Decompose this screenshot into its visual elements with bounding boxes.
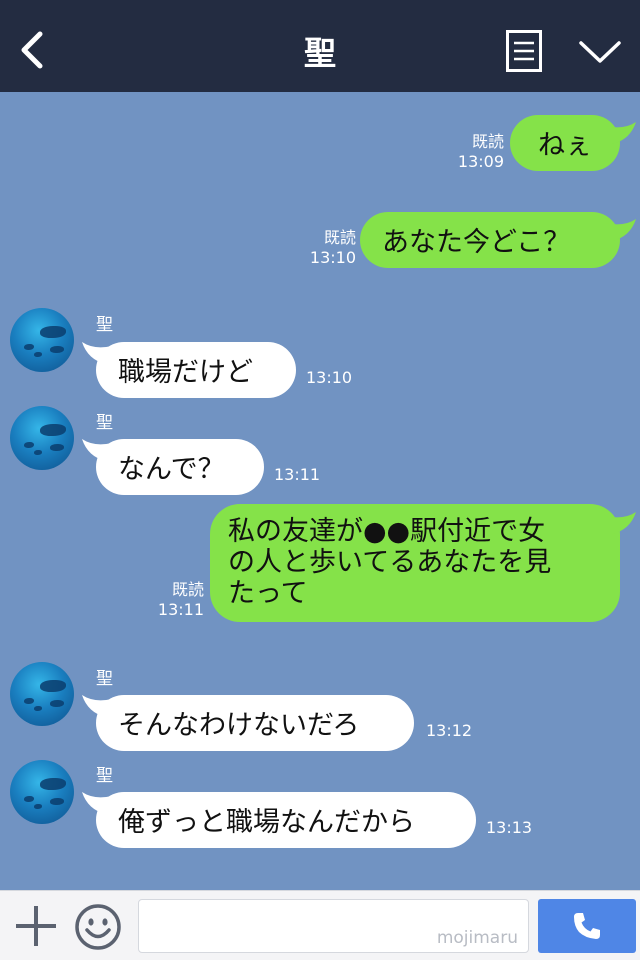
message-meta: 既読 13:11 [140, 580, 204, 620]
message-text: 職場だけど [118, 357, 253, 388]
chat-header: 聖 [0, 0, 640, 92]
bubble-tail [606, 122, 636, 144]
message-time: 13:13 [486, 818, 533, 837]
message-list[interactable]: 既読 13:09 ねぇ 既読 13:10 あなた今どこ？ 聖 職場だけど 13:… [0, 92, 640, 890]
message-bubble-mine[interactable]: ねぇ [510, 115, 620, 171]
message-time: 13:11 [274, 465, 321, 484]
input-bar: mojimaru [0, 890, 640, 960]
message-text-line: たって [228, 578, 308, 609]
message-bubble-mine[interactable]: あなた今どこ？ [360, 212, 620, 268]
message-bubble-other[interactable]: 俺ずっと職場なんだから [96, 792, 476, 848]
message-text: あなた今どこ？ [382, 227, 571, 258]
message-time: 13:12 [426, 721, 473, 740]
message-meta: 既読 13:10 [292, 228, 356, 268]
avatar[interactable] [10, 308, 74, 372]
message-text-line: 私の友達が●●駅付近で女 [228, 516, 546, 547]
call-button[interactable] [538, 899, 636, 953]
smiley-icon[interactable] [74, 903, 122, 951]
message-meta: 既読 13:09 [440, 132, 504, 172]
message-time: 13:11 [157, 600, 204, 619]
sender-name: 聖 [96, 669, 113, 689]
message-bubble-mine[interactable]: 私の友達が●●駅付近で女 の人と歩いてるあなたを見 たって [210, 504, 620, 622]
avatar[interactable] [10, 760, 74, 824]
message-time: 13:10 [306, 368, 353, 387]
message-text: そんなわけないだろ [118, 710, 360, 741]
read-receipt: 既読 [171, 580, 204, 599]
list-icon[interactable] [506, 30, 542, 72]
message-bubble-other[interactable]: そんなわけないだろ [96, 695, 414, 751]
message-text: ねぇ [538, 130, 592, 161]
message-bubble-other[interactable]: 職場だけど [96, 342, 296, 398]
chat-title: 聖 [303, 34, 336, 72]
read-receipt: 既読 [323, 228, 356, 247]
message-time: 13:10 [309, 248, 356, 267]
message-bubble-other[interactable]: なんで？ [96, 439, 264, 495]
sender-name: 聖 [96, 413, 113, 433]
watermark: mojimaru [436, 928, 518, 948]
message-text-line: の人と歩いてるあなたを見 [228, 547, 552, 578]
bubble-tail [606, 219, 636, 241]
message-text: なんで？ [118, 454, 225, 485]
sender-name: 聖 [96, 315, 113, 335]
sender-name: 聖 [96, 766, 113, 786]
avatar[interactable] [10, 406, 74, 470]
read-receipt: 既読 [471, 132, 504, 151]
plus-icon[interactable] [14, 904, 58, 948]
avatar[interactable] [10, 662, 74, 726]
phone-icon [574, 913, 600, 939]
message-time: 13:09 [457, 152, 504, 171]
message-text: 俺ずっと職場なんだから [118, 807, 415, 838]
message-input[interactable]: mojimaru [138, 899, 529, 953]
chevron-down-icon[interactable] [578, 38, 622, 66]
bubble-tail [606, 512, 636, 534]
